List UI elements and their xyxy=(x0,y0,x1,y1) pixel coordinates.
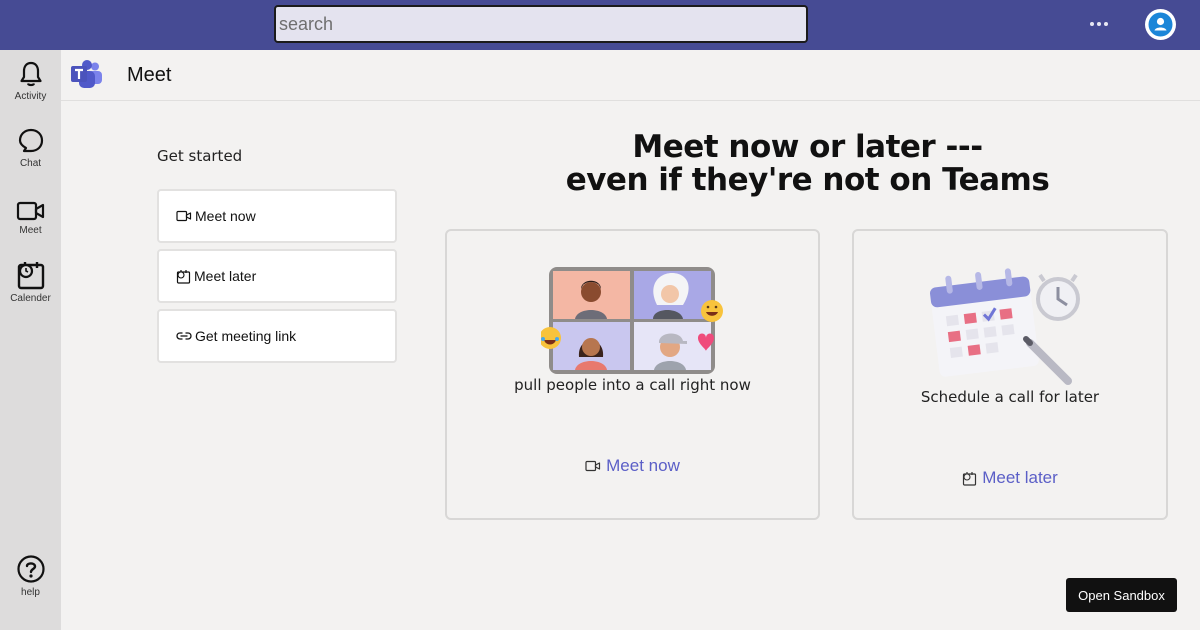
rail-item-chat[interactable]: Chat xyxy=(0,125,61,183)
bell-icon xyxy=(19,61,42,87)
person-icon xyxy=(1148,12,1173,37)
calendar-clock-icon xyxy=(17,262,44,290)
meet-later-card: Schedule a call for later Meet later xyxy=(852,229,1168,520)
meet-now-card-link[interactable]: Meet now xyxy=(447,456,818,476)
meet-later-card-description: Schedule a call for later xyxy=(920,388,1100,406)
meet-now-card-description: pull people into a call right now xyxy=(514,376,751,394)
meet-now-card: pull people into a call right now Meet n… xyxy=(445,229,820,520)
headline-line-1: Meet now or later --- xyxy=(632,129,983,165)
calendar-clock-icon xyxy=(963,471,977,486)
meet-now-button[interactable]: Meet now xyxy=(157,189,397,243)
meet-later-card-link-label: Meet later xyxy=(982,468,1058,487)
rail-item-calender[interactable]: Calender xyxy=(0,260,61,318)
rail-item-label: Activity xyxy=(14,91,47,102)
headline-line-2: even if they're not on Teams xyxy=(565,162,1050,198)
app-rail: Activity Chat Meet Calender help xyxy=(0,50,61,630)
video-camera-icon xyxy=(16,201,44,221)
avatar[interactable] xyxy=(1145,9,1176,40)
top-bar xyxy=(0,0,1200,50)
meet-now-label: Meet now xyxy=(195,208,256,224)
link-icon xyxy=(176,332,192,340)
rail-item-activity[interactable]: Activity xyxy=(0,58,61,116)
video-camera-icon xyxy=(585,460,601,472)
open-sandbox-button[interactable]: Open Sandbox xyxy=(1066,578,1177,612)
meet-headline: Meet now or later --- even if they're no… xyxy=(560,131,1055,197)
get-meeting-link-label: Get meeting link xyxy=(195,328,297,344)
rail-item-label: Chat xyxy=(19,158,42,169)
rail-item-label: help xyxy=(21,587,40,598)
calendar-alarm-illustration xyxy=(930,268,1080,385)
rail-item-label: Meet xyxy=(19,225,42,236)
meet-later-button[interactable]: Meet later xyxy=(157,249,397,303)
chat-bubble-icon xyxy=(18,128,43,153)
page-header: Meet xyxy=(61,50,1200,101)
meet-now-card-link-label: Meet now xyxy=(606,456,680,475)
get-meeting-link-button[interactable]: Get meeting link xyxy=(157,309,397,363)
get-started-heading: Get started xyxy=(157,147,243,165)
rail-item-help[interactable]: help xyxy=(0,554,61,612)
search-input[interactable] xyxy=(274,5,808,43)
video-camera-icon xyxy=(176,210,192,222)
teams-logo-icon xyxy=(70,60,104,94)
rail-item-meet[interactable]: Meet xyxy=(0,192,61,250)
video-call-grid-illustration xyxy=(541,267,723,374)
page-title: Meet xyxy=(127,64,172,86)
meet-later-label: Meet later xyxy=(194,268,257,284)
calendar-clock-icon xyxy=(176,269,191,284)
rail-item-label: Calender xyxy=(10,293,51,304)
meet-later-card-link[interactable]: Meet later xyxy=(854,468,1166,488)
question-circle-icon xyxy=(16,555,45,583)
more-options-icon[interactable] xyxy=(1086,14,1112,34)
